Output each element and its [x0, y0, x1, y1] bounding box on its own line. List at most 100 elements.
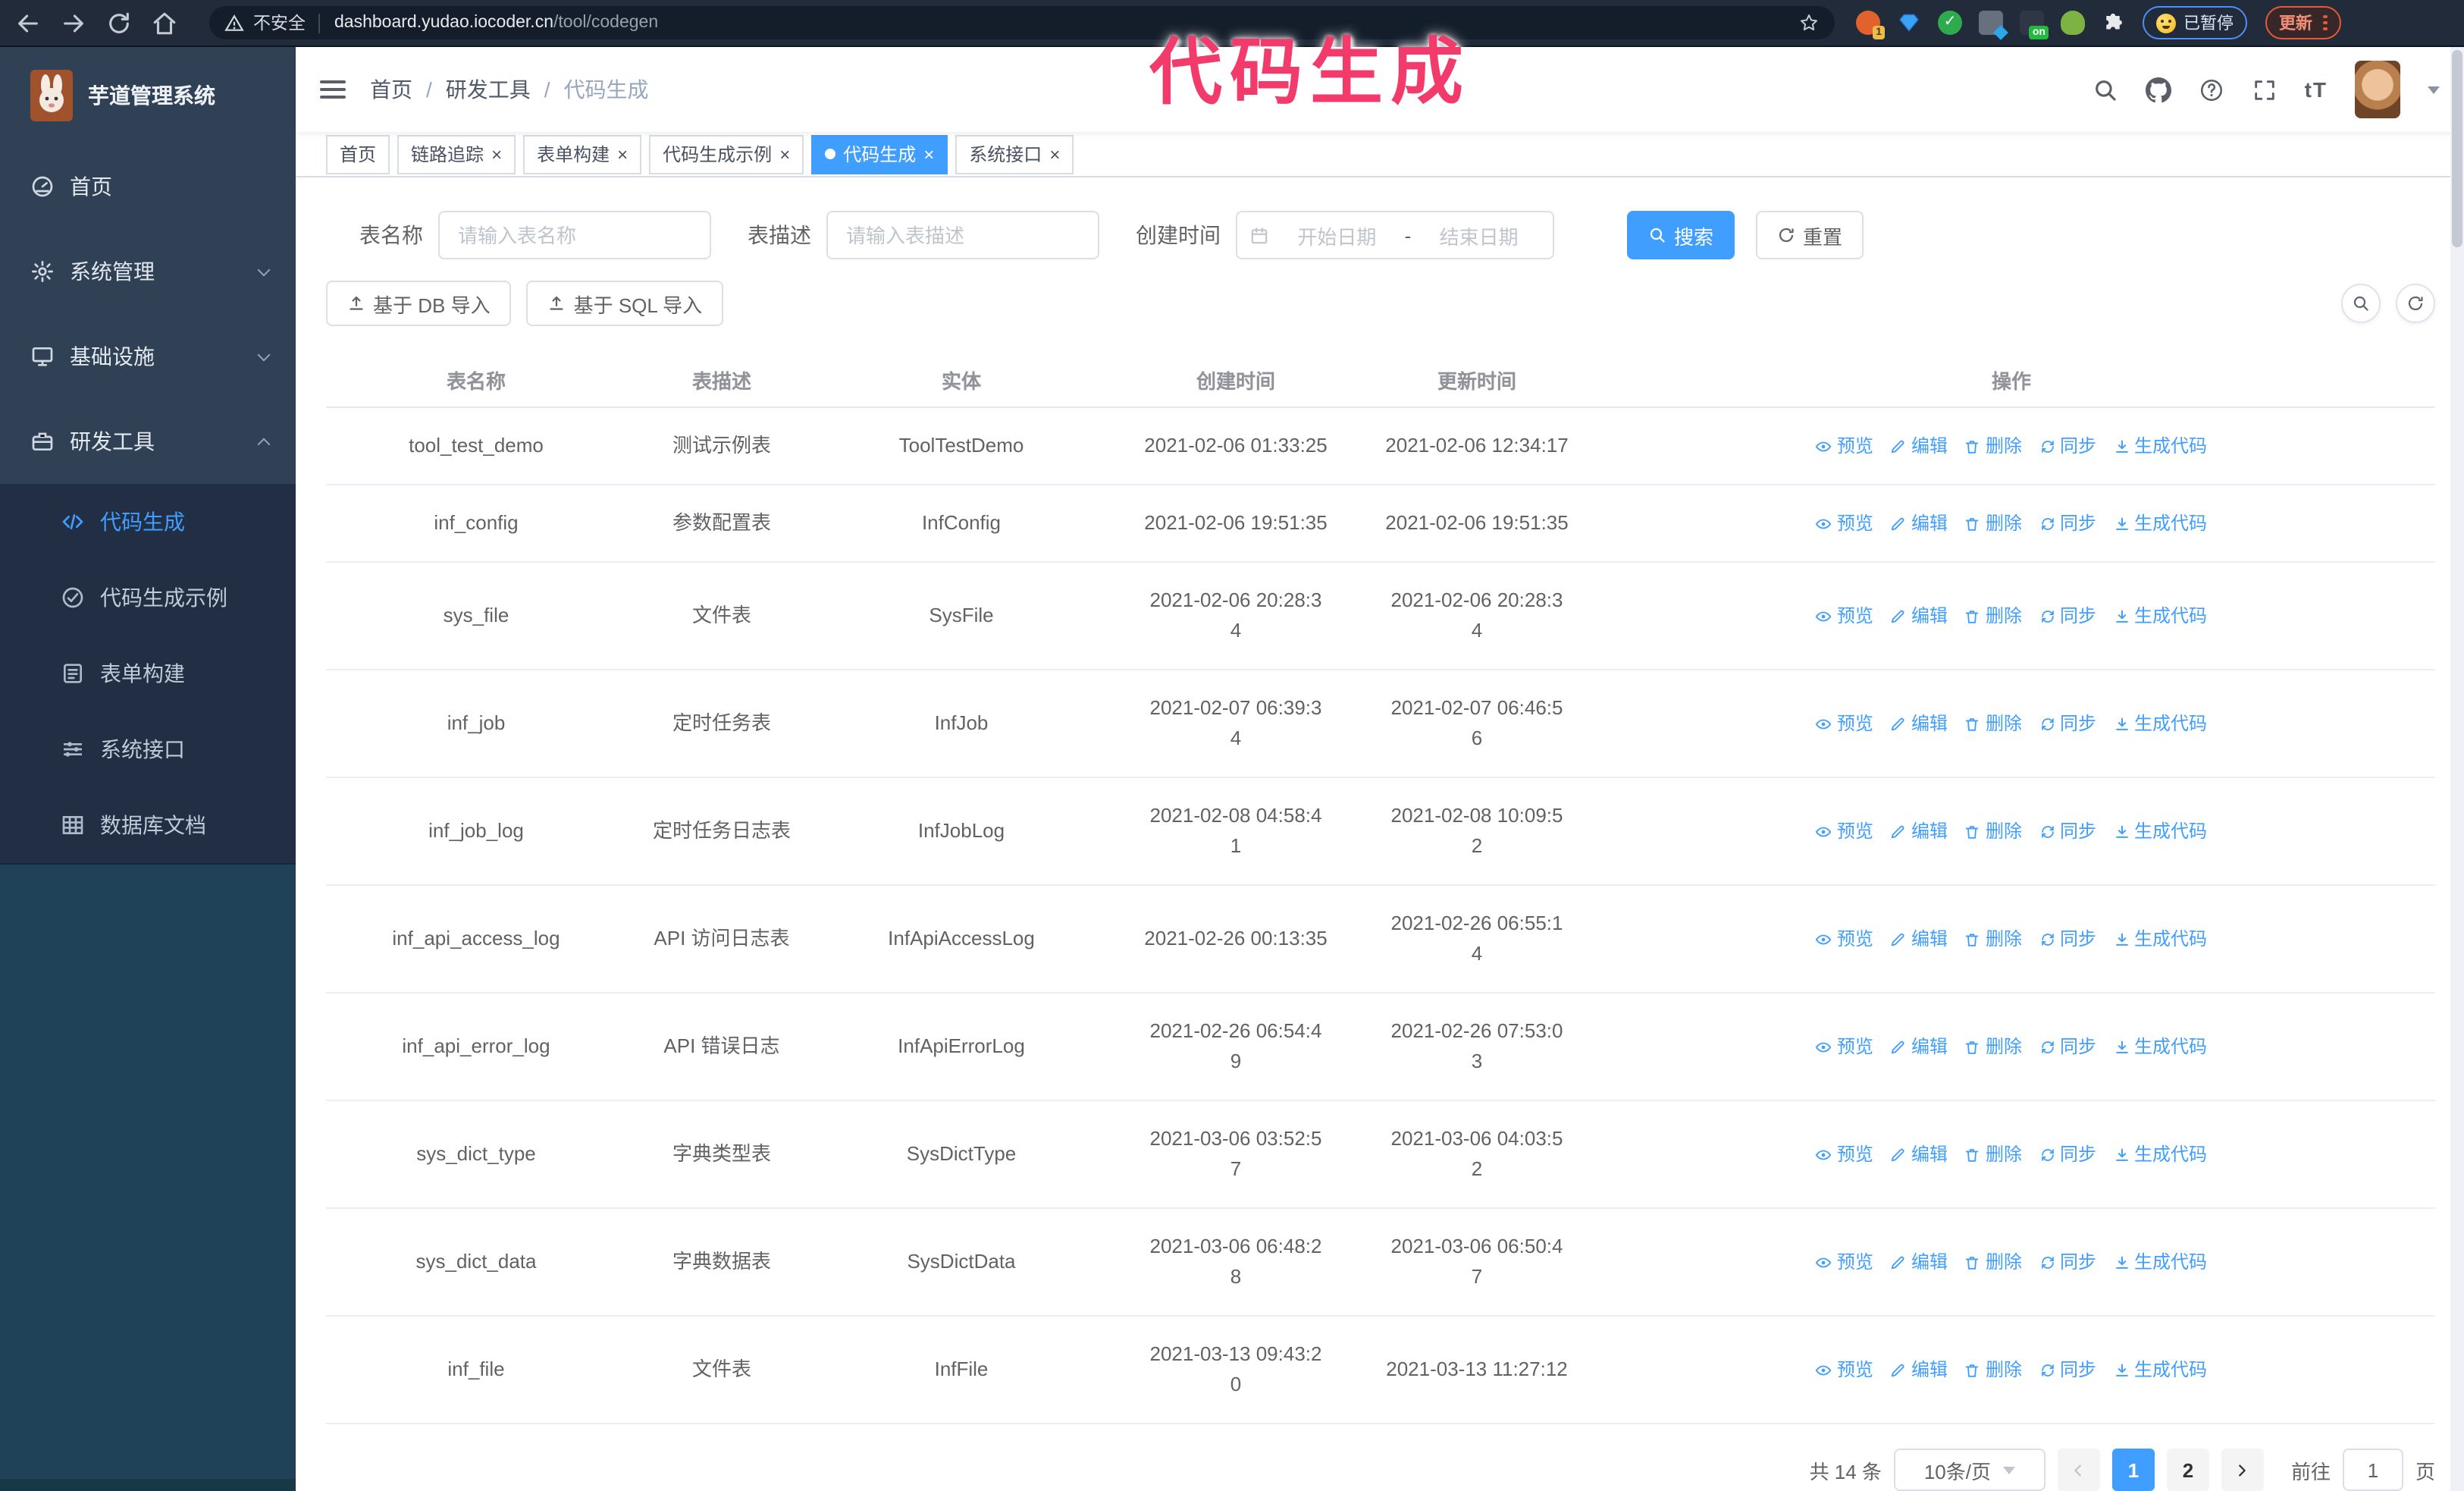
sidebar-subitem[interactable]: 数据库文档: [0, 787, 296, 863]
preview-link[interactable]: 预览: [1816, 1031, 1873, 1062]
sidebar-item[interactable]: 系统管理: [0, 229, 296, 314]
generate-code-link[interactable]: 生成代码: [2113, 431, 2207, 461]
sync-link[interactable]: 同步: [2039, 1031, 2096, 1062]
sync-link[interactable]: 同步: [2039, 816, 2096, 846]
search-icon[interactable]: [2093, 77, 2118, 102]
page-tab[interactable]: 表单构建: [523, 134, 642, 174]
edit-link[interactable]: 编辑: [1890, 431, 1948, 461]
date-range-picker[interactable]: 开始日期 - 结束日期: [1236, 211, 1554, 259]
breadcrumb-item[interactable]: 研发工具: [412, 74, 531, 105]
sync-link[interactable]: 同步: [2039, 1354, 2096, 1385]
help-icon[interactable]: [2199, 77, 2224, 102]
preview-link[interactable]: 预览: [1816, 924, 1873, 954]
generate-code-link[interactable]: 生成代码: [2113, 816, 2207, 846]
generate-code-link[interactable]: 生成代码: [2113, 1139, 2207, 1169]
user-menu-caret-icon[interactable]: [2428, 86, 2440, 99]
delete-link[interactable]: 删除: [1964, 431, 2022, 461]
preview-link[interactable]: 预览: [1816, 601, 1873, 631]
generate-code-link[interactable]: 生成代码: [2113, 508, 2207, 538]
preview-link[interactable]: 预览: [1816, 1139, 1873, 1169]
edit-link[interactable]: 编辑: [1890, 816, 1948, 846]
extension-ublock-icon[interactable]: 1: [1856, 11, 1885, 39]
preview-link[interactable]: 预览: [1816, 708, 1873, 739]
sync-link[interactable]: 同步: [2039, 431, 2096, 461]
close-icon[interactable]: [779, 145, 790, 163]
delete-link[interactable]: 删除: [1964, 1247, 2022, 1277]
page-tab[interactable]: 系统接口: [955, 134, 1074, 174]
sync-link[interactable]: 同步: [2039, 601, 2096, 631]
delete-link[interactable]: 删除: [1964, 924, 2022, 954]
sidebar-toggle-icon[interactable]: [320, 76, 346, 103]
sidebar-subitem[interactable]: 系统接口: [0, 711, 296, 787]
extensions-puzzle-icon[interactable]: [2102, 11, 2124, 34]
table-name-input[interactable]: [438, 211, 711, 259]
fullscreen-icon[interactable]: [2252, 77, 2277, 102]
browser-reload-icon[interactable]: [106, 10, 132, 36]
browser-home-icon[interactable]: [152, 10, 177, 36]
refresh-table-button[interactable]: [2396, 284, 2435, 323]
sidebar-item[interactable]: 首页: [0, 144, 296, 229]
generate-code-link[interactable]: 生成代码: [2113, 1354, 2207, 1385]
sync-link[interactable]: 同步: [2039, 1247, 2096, 1277]
import-db-button[interactable]: 基于 DB 导入: [326, 281, 512, 326]
user-avatar[interactable]: [2355, 61, 2400, 118]
sync-link[interactable]: 同步: [2039, 1139, 2096, 1169]
next-page-button[interactable]: [2221, 1449, 2264, 1491]
edit-link[interactable]: 编辑: [1890, 924, 1948, 954]
search-button[interactable]: 搜索: [1627, 211, 1735, 259]
sync-link[interactable]: 同步: [2039, 708, 2096, 739]
generate-code-link[interactable]: 生成代码: [2113, 708, 2207, 739]
prev-page-button[interactable]: [2057, 1449, 2100, 1491]
edit-link[interactable]: 编辑: [1890, 1247, 1948, 1277]
page-size-select[interactable]: 10条/页: [1893, 1449, 2045, 1491]
page-number-button[interactable]: 2: [2166, 1449, 2209, 1491]
reset-button[interactable]: 重置: [1756, 211, 1864, 259]
edit-link[interactable]: 编辑: [1890, 1031, 1948, 1062]
security-label[interactable]: 不安全: [253, 11, 306, 35]
generate-code-link[interactable]: 生成代码: [2113, 924, 2207, 954]
import-sql-button[interactable]: 基于 SQL 导入: [526, 281, 724, 326]
page-tab[interactable]: 首页: [326, 134, 390, 174]
page-tab[interactable]: 代码生成示例: [649, 134, 804, 174]
window-scrollbar[interactable]: [2450, 47, 2464, 1491]
delete-link[interactable]: 删除: [1964, 1031, 2022, 1062]
delete-link[interactable]: 删除: [1964, 601, 2022, 631]
close-icon[interactable]: [617, 145, 628, 163]
font-size-icon[interactable]: [2305, 77, 2328, 102]
preview-link[interactable]: 预览: [1816, 1247, 1873, 1277]
sync-link[interactable]: 同步: [2039, 508, 2096, 538]
address-bar[interactable]: 不安全 dashboard.yudao.iocoder.cn /tool/cod…: [209, 6, 1835, 39]
edit-link[interactable]: 编辑: [1890, 1139, 1948, 1169]
preview-link[interactable]: 预览: [1816, 508, 1873, 538]
edit-link[interactable]: 编辑: [1890, 1354, 1948, 1385]
edit-link[interactable]: 编辑: [1890, 601, 1948, 631]
extension-switch-icon[interactable]: on: [2020, 11, 2049, 39]
page-tab[interactable]: 代码生成: [811, 134, 948, 174]
start-date-placeholder[interactable]: 开始日期: [1275, 221, 1399, 250]
browser-back-icon[interactable]: [15, 10, 41, 36]
edit-link[interactable]: 编辑: [1890, 708, 1948, 739]
preview-link[interactable]: 预览: [1816, 431, 1873, 461]
github-icon[interactable]: [2146, 77, 2171, 102]
browser-forward-icon[interactable]: [61, 10, 86, 36]
preview-link[interactable]: 预览: [1816, 1354, 1873, 1385]
delete-link[interactable]: 删除: [1964, 1354, 2022, 1385]
close-icon[interactable]: [923, 145, 934, 163]
extension-grid-icon[interactable]: [1979, 11, 2003, 35]
edit-link[interactable]: 编辑: [1890, 508, 1948, 538]
sidebar-subitem[interactable]: 表单构建: [0, 636, 296, 711]
delete-link[interactable]: 删除: [1964, 816, 2022, 846]
preview-link[interactable]: 预览: [1816, 816, 1873, 846]
scrollbar-thumb[interactable]: [2452, 50, 2462, 247]
app-logo-area[interactable]: 芋道管理系统: [0, 47, 296, 144]
extension-gem-icon[interactable]: [1897, 11, 1921, 35]
end-date-placeholder[interactable]: 结束日期: [1417, 221, 1541, 250]
sidebar-item[interactable]: 基础设施: [0, 314, 296, 399]
extension-check-icon[interactable]: ✓: [1938, 11, 1962, 35]
delete-link[interactable]: 删除: [1964, 508, 2022, 538]
browser-menu-icon[interactable]: [2323, 13, 2328, 33]
sidebar-subitem[interactable]: 代码生成: [0, 484, 296, 560]
update-button[interactable]: 更新: [2265, 6, 2341, 39]
extension-green-icon[interactable]: [2061, 11, 2085, 35]
goto-page-input[interactable]: [2342, 1449, 2403, 1491]
